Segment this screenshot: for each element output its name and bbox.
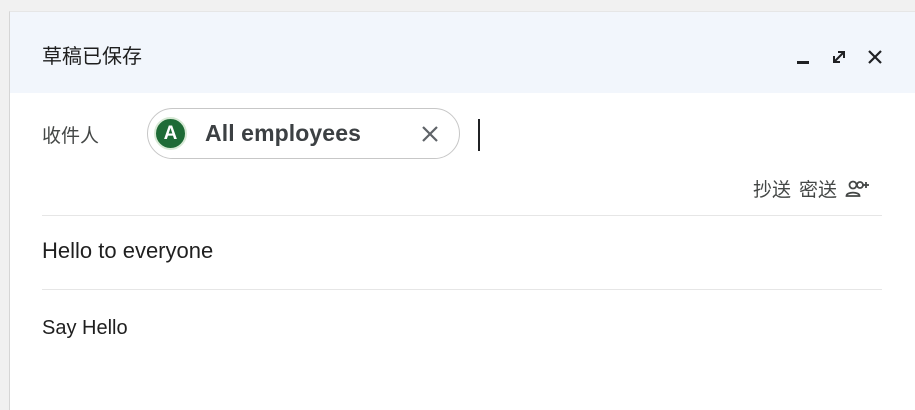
to-field[interactable]: 收件人 A All employees xyxy=(10,93,915,173)
expand-icon[interactable] xyxy=(829,46,849,68)
text-cursor xyxy=(478,119,480,151)
divider xyxy=(42,289,882,290)
subject-field[interactable]: Hello to everyone xyxy=(42,238,872,264)
recipient-name: All employees xyxy=(205,120,361,146)
compose-window: 草稿已保存 收件人 A All employees 抄送 密送 Hello to… xyxy=(9,11,915,410)
recipient-chip[interactable]: A All employees xyxy=(147,108,460,159)
remove-recipient-icon[interactable] xyxy=(419,123,441,145)
divider xyxy=(42,215,882,216)
close-icon[interactable] xyxy=(865,46,885,68)
avatar: A xyxy=(154,117,187,150)
add-people-icon[interactable] xyxy=(845,179,871,199)
draft-status-title: 草稿已保存 xyxy=(42,44,142,68)
bcc-link[interactable]: 密送 xyxy=(799,175,837,202)
compose-header: 草稿已保存 xyxy=(10,12,915,93)
cc-link[interactable]: 抄送 xyxy=(753,175,791,202)
cc-bcc-row: 抄送 密送 xyxy=(753,175,871,202)
minimize-icon[interactable] xyxy=(793,46,813,68)
window-controls xyxy=(793,46,885,68)
message-body[interactable]: Say Hello xyxy=(42,317,872,340)
to-label: 收件人 xyxy=(42,125,100,147)
